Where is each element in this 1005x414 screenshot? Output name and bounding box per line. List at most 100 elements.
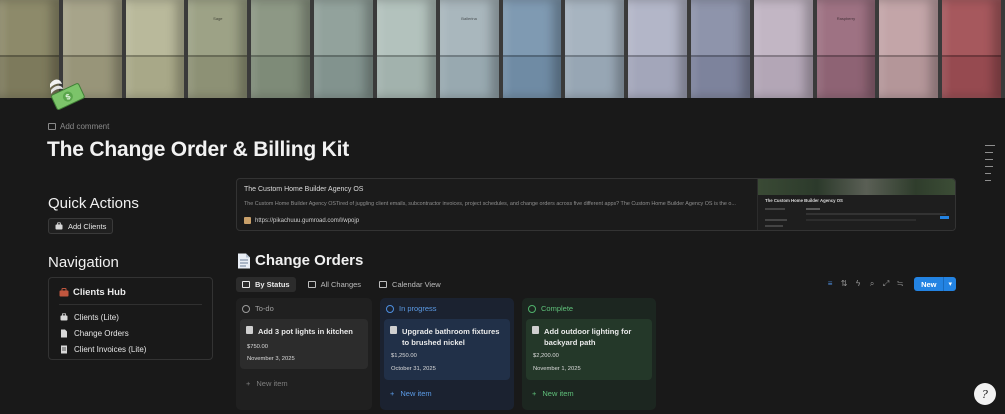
thumbnail-line <box>940 216 949 219</box>
card-date: October 31, 2025 <box>391 366 436 372</box>
add-comment-button[interactable]: Add comment <box>48 122 109 131</box>
add-clients-button[interactable]: Add Clients <box>48 218 114 234</box>
nav-item-change-orders[interactable]: Change Orders <box>60 325 146 341</box>
paint-swatch <box>879 0 943 98</box>
column-header[interactable]: Complete <box>528 304 573 313</box>
column-status-label: In progress <box>399 304 437 313</box>
toc-line[interactable] <box>985 173 991 174</box>
document-icon <box>238 253 250 269</box>
column-header[interactable]: In progress <box>386 304 437 313</box>
toc-line[interactable] <box>985 166 993 167</box>
thumbnail-line <box>765 208 785 210</box>
add-clients-label: Add Clients <box>68 221 107 231</box>
help-icon: ? <box>982 387 988 401</box>
toc-line[interactable] <box>985 152 993 153</box>
tab-label: By Status <box>255 280 290 289</box>
quick-actions-heading: Quick Actions <box>48 195 139 212</box>
board-view-icon <box>242 281 250 288</box>
search-icon[interactable]: ⌕ <box>868 279 876 289</box>
document-icon <box>390 326 397 334</box>
tab-calendar-view[interactable]: Calendar View <box>373 277 447 292</box>
card-title: Add 3 pot lights in kitchen <box>258 327 353 336</box>
paint-swatch <box>251 0 315 98</box>
toc-line[interactable] <box>985 180 991 181</box>
bookmark-url-text: https://pikachuuu.gumroad.com/l/wpojp <box>255 217 360 224</box>
paint-swatch: Ballerina <box>439 0 503 98</box>
expand-icon[interactable]: ⤢ <box>882 279 890 289</box>
help-button[interactable]: ? <box>974 383 996 405</box>
thumbnail-line <box>806 219 916 221</box>
column-status-label: To-do <box>255 304 274 313</box>
status-dot-icon <box>386 304 394 313</box>
new-item-label: New item <box>256 379 288 388</box>
change-orders-heading[interactable]: Change Orders <box>255 252 363 269</box>
paint-swatch <box>314 0 377 98</box>
tab-by-status[interactable]: By Status <box>236 277 296 292</box>
column-status-label: Complete <box>541 304 574 313</box>
filter-icon[interactable]: ≡ <box>826 279 834 289</box>
toc-line[interactable] <box>985 159 993 160</box>
navigation-heading: Navigation <box>48 254 119 271</box>
favicon-icon <box>244 217 251 224</box>
new-item-button[interactable]: + New item <box>390 389 432 398</box>
settings-icon[interactable]: ≒ <box>896 279 904 289</box>
new-item-button[interactable]: + New item <box>532 389 574 398</box>
clients-hub-label: Clients Hub <box>73 287 126 298</box>
tab-all-changes[interactable]: All Changes <box>302 277 367 292</box>
board-column-complete: Complete Add outdoor lighting for backya… <box>522 298 656 410</box>
swatch-label: Sage <box>213 16 223 21</box>
nav-item-label: Client Invoices (Lite) <box>74 344 147 354</box>
nav-item-client-invoices-lite[interactable]: Client Invoices (Lite) <box>60 341 146 357</box>
new-button[interactable]: New ▾ <box>914 277 956 291</box>
card-amount: $1,250.00 <box>391 353 417 359</box>
comment-icon <box>48 123 56 130</box>
board-card[interactable]: Add 3 pot lights in kitchen $750.00 Nove… <box>240 319 368 369</box>
bookmark-title: The Custom Home Builder Agency OS <box>244 186 364 193</box>
building-icon <box>60 313 68 321</box>
plus-icon: + <box>246 379 251 388</box>
new-item-button[interactable]: + New item <box>246 379 288 388</box>
nav-item-clients-lite[interactable]: Clients (Lite) <box>60 309 146 325</box>
navigation-callout: Clients Hub Clients (Lite) Change Orders… <box>48 277 213 360</box>
paint-swatch: Raspberry <box>816 0 880 98</box>
database-toolbar: ≡ ⇅ ϟ ⌕ ⤢ ≒ New ▾ <box>826 277 956 291</box>
card-amount: $750.00 <box>247 344 268 350</box>
new-item-label: New item <box>542 389 574 398</box>
board-card[interactable]: Add outdoor lighting for backyard path $… <box>526 319 652 380</box>
add-comment-label: Add comment <box>60 122 110 131</box>
paint-swatch <box>753 0 817 98</box>
board-card[interactable]: Upgrade bathroom fixtures to brushed nic… <box>384 319 510 380</box>
automation-icon[interactable]: ϟ <box>854 279 862 289</box>
paint-swatch <box>565 0 629 98</box>
swatch-label: Ballerina <box>461 16 477 21</box>
money-with-wings-icon[interactable]: $ <box>44 74 90 120</box>
page-title[interactable]: The Change Order & Billing Kit <box>47 138 349 162</box>
thumbnail-title: The Custom Home Builder Agency OS <box>765 198 843 203</box>
column-header[interactable]: To-do <box>242 304 274 313</box>
new-button-label[interactable]: New <box>914 277 944 291</box>
document-icon <box>532 326 539 334</box>
table-view-icon <box>307 281 316 288</box>
divider <box>59 304 202 305</box>
thumbnail-line <box>806 208 820 210</box>
cover-image[interactable]: Sage Ballerina Raspberry <box>0 0 1005 98</box>
toc-line[interactable] <box>985 145 995 146</box>
briefcase-icon <box>55 222 63 230</box>
board-column-to-do: To-do Add 3 pot lights in kitchen $750.0… <box>236 298 372 410</box>
chevron-down-icon[interactable]: ▾ <box>943 277 956 291</box>
sort-icon[interactable]: ⇅ <box>840 279 848 289</box>
thumbnail-line <box>765 225 783 227</box>
web-bookmark-card[interactable]: The Custom Home Builder Agency OS The Cu… <box>236 178 956 231</box>
tab-label: Calendar View <box>392 280 441 289</box>
database-view-tabs: By Status All Changes Calendar View <box>236 277 447 292</box>
clients-hub-link[interactable]: Clients Hub <box>59 287 126 298</box>
status-dot-icon <box>242 304 250 313</box>
card-date: November 1, 2025 <box>533 366 581 372</box>
paint-swatch <box>628 0 691 98</box>
document-icon <box>61 329 67 337</box>
plus-icon: + <box>390 389 395 398</box>
navigation-list: Clients (Lite) Change Orders Client Invo… <box>60 309 146 357</box>
tab-label: All Changes <box>320 280 362 289</box>
table-of-contents-minimap[interactable] <box>985 145 995 181</box>
swatch-label: Raspberry <box>836 16 856 21</box>
